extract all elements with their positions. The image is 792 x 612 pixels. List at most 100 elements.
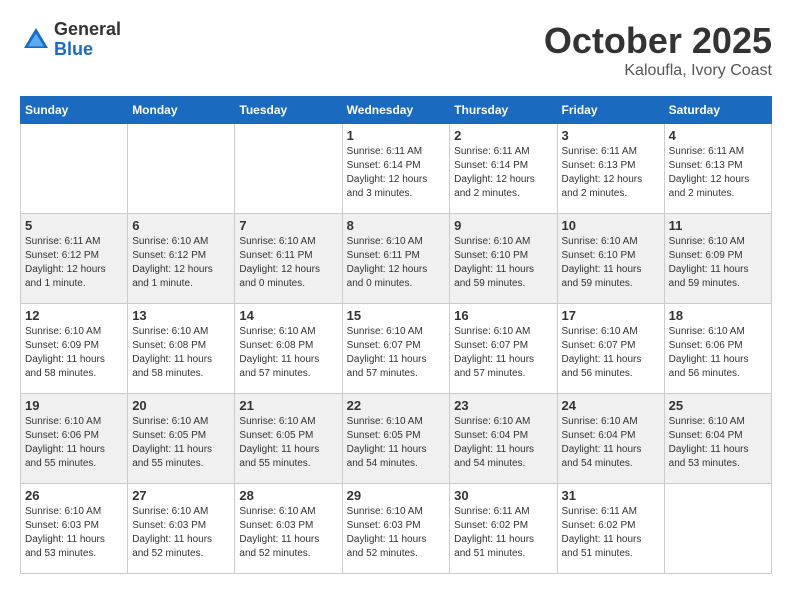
day-number: 12 [25, 308, 123, 323]
weekday-thursday: Thursday [450, 97, 557, 124]
weekday-friday: Friday [557, 97, 664, 124]
day-number: 22 [347, 398, 446, 413]
location: Kaloufla, Ivory Coast [544, 62, 772, 80]
day-info: Sunrise: 6:10 AM Sunset: 6:09 PM Dayligh… [25, 325, 123, 381]
calendar-cell: 16Sunrise: 6:10 AM Sunset: 6:07 PM Dayli… [450, 304, 557, 394]
day-number: 7 [239, 218, 337, 233]
day-info: Sunrise: 6:10 AM Sunset: 6:04 PM Dayligh… [669, 415, 767, 471]
calendar-cell: 8Sunrise: 6:10 AM Sunset: 6:11 PM Daylig… [342, 214, 450, 304]
day-info: Sunrise: 6:10 AM Sunset: 6:09 PM Dayligh… [669, 235, 767, 291]
day-info: Sunrise: 6:10 AM Sunset: 6:11 PM Dayligh… [239, 235, 337, 291]
day-info: Sunrise: 6:10 AM Sunset: 6:08 PM Dayligh… [132, 325, 230, 381]
day-info: Sunrise: 6:10 AM Sunset: 6:10 PM Dayligh… [454, 235, 552, 291]
calendar-week-1: 1Sunrise: 6:11 AM Sunset: 6:14 PM Daylig… [21, 124, 772, 214]
day-number: 9 [454, 218, 552, 233]
calendar-cell: 31 Sunrise: 6:11 AM Sunset: 6:02 PM Dayli… [557, 484, 664, 574]
month-title: October 2025 [544, 20, 772, 62]
calendar-cell: 2 Sunrise: 6:11 AM Sunset: 6:14 PM Daylig… [450, 124, 557, 214]
calendar-cell: 10Sunrise: 6:10 AM Sunset: 6:10 PM Dayli… [557, 214, 664, 304]
logo-blue: Blue [54, 40, 121, 60]
day-info: Sunrise: 6:10 AM Sunset: 6:03 PM Dayligh… [347, 505, 446, 561]
calendar-cell: 13 Sunrise: 6:10 AM Sunset: 6:08 PM Dayli… [128, 304, 235, 394]
day-number: 20 [132, 398, 230, 413]
calendar-cell: 25 Sunrise: 6:10 AM Sunset: 6:04 PM Dayli… [664, 394, 771, 484]
calendar-cell [664, 484, 771, 574]
day-number: 28 [239, 488, 337, 503]
calendar-cell: 9 Sunrise: 6:10 AM Sunset: 6:10 PM Daylig… [450, 214, 557, 304]
calendar-cell: 6Sunrise: 6:10 AM Sunset: 6:12 PM Daylig… [128, 214, 235, 304]
day-info: Sunrise: 6:11 AM Sunset: 6:13 PM Dayligh… [562, 145, 660, 201]
calendar-cell: 11 Sunrise: 6:10 AM Sunset: 6:09 PM Dayli… [664, 214, 771, 304]
day-number: 13 [132, 308, 230, 323]
calendar-cell: 28 Sunrise: 6:10 AM Sunset: 6:03 PM Dayli… [235, 484, 342, 574]
weekday-sunday: Sunday [21, 97, 128, 124]
calendar-cell: 26 Sunrise: 6:10 AM Sunset: 6:03 PM Dayli… [21, 484, 128, 574]
day-info: Sunrise: 6:10 AM Sunset: 6:12 PM Dayligh… [132, 235, 230, 291]
day-info: Sunrise: 6:10 AM Sunset: 6:06 PM Dayligh… [25, 415, 123, 471]
calendar-cell: 12 Sunrise: 6:10 AM Sunset: 6:09 PM Dayli… [21, 304, 128, 394]
day-number: 19 [25, 398, 123, 413]
day-info: Sunrise: 6:10 AM Sunset: 6:11 PM Dayligh… [347, 235, 446, 291]
day-number: 4 [669, 128, 767, 143]
calendar-cell: 29Sunrise: 6:10 AM Sunset: 6:03 PM Dayli… [342, 484, 450, 574]
day-number: 26 [25, 488, 123, 503]
day-info: Sunrise: 6:11 AM Sunset: 6:02 PM Dayligh… [562, 505, 660, 561]
day-info: Sunrise: 6:11 AM Sunset: 6:12 PM Dayligh… [25, 235, 123, 291]
weekday-tuesday: Tuesday [235, 97, 342, 124]
calendar-header: SundayMondayTuesdayWednesdayThursdayFrid… [21, 97, 772, 124]
day-number: 31 [562, 488, 660, 503]
calendar-week-3: 12 Sunrise: 6:10 AM Sunset: 6:09 PM Dayli… [21, 304, 772, 394]
day-number: 10 [562, 218, 660, 233]
logo-icon [20, 24, 52, 56]
calendar-cell: 1Sunrise: 6:11 AM Sunset: 6:14 PM Daylig… [342, 124, 450, 214]
day-number: 27 [132, 488, 230, 503]
calendar-cell: 5 Sunrise: 6:11 AM Sunset: 6:12 PM Daylig… [21, 214, 128, 304]
day-number: 25 [669, 398, 767, 413]
page-header: General Blue October 2025 Kaloufla, Ivor… [20, 20, 772, 80]
day-number: 3 [562, 128, 660, 143]
calendar-cell: 19 Sunrise: 6:10 AM Sunset: 6:06 PM Dayli… [21, 394, 128, 484]
calendar-cell: 17Sunrise: 6:10 AM Sunset: 6:07 PM Dayli… [557, 304, 664, 394]
day-info: Sunrise: 6:10 AM Sunset: 6:07 PM Dayligh… [562, 325, 660, 381]
calendar-cell: 3 Sunrise: 6:11 AM Sunset: 6:13 PM Daylig… [557, 124, 664, 214]
day-info: Sunrise: 6:10 AM Sunset: 6:04 PM Dayligh… [562, 415, 660, 471]
logo-general: General [54, 20, 121, 40]
calendar-cell: 14 Sunrise: 6:10 AM Sunset: 6:08 PM Dayli… [235, 304, 342, 394]
logo: General Blue [20, 20, 121, 60]
calendar-cell: 7 Sunrise: 6:10 AM Sunset: 6:11 PM Daylig… [235, 214, 342, 304]
logo-text: General Blue [54, 20, 121, 60]
day-number: 24 [562, 398, 660, 413]
day-info: Sunrise: 6:10 AM Sunset: 6:03 PM Dayligh… [25, 505, 123, 561]
day-info: Sunrise: 6:10 AM Sunset: 6:03 PM Dayligh… [239, 505, 337, 561]
day-number: 11 [669, 218, 767, 233]
day-info: Sunrise: 6:11 AM Sunset: 6:14 PM Dayligh… [454, 145, 552, 201]
day-info: Sunrise: 6:11 AM Sunset: 6:02 PM Dayligh… [454, 505, 552, 561]
calendar-cell: 30 Sunrise: 6:11 AM Sunset: 6:02 PM Dayli… [450, 484, 557, 574]
weekday-saturday: Saturday [664, 97, 771, 124]
calendar-cell: 20 Sunrise: 6:10 AM Sunset: 6:05 PM Dayli… [128, 394, 235, 484]
day-info: Sunrise: 6:10 AM Sunset: 6:03 PM Dayligh… [132, 505, 230, 561]
day-number: 30 [454, 488, 552, 503]
calendar-cell: 21Sunrise: 6:10 AM Sunset: 6:05 PM Dayli… [235, 394, 342, 484]
day-number: 15 [347, 308, 446, 323]
day-info: Sunrise: 6:10 AM Sunset: 6:04 PM Dayligh… [454, 415, 552, 471]
day-info: Sunrise: 6:10 AM Sunset: 6:06 PM Dayligh… [669, 325, 767, 381]
day-info: Sunrise: 6:10 AM Sunset: 6:05 PM Dayligh… [132, 415, 230, 471]
calendar-cell: 15 Sunrise: 6:10 AM Sunset: 6:07 PM Dayli… [342, 304, 450, 394]
weekday-monday: Monday [128, 97, 235, 124]
day-info: Sunrise: 6:11 AM Sunset: 6:14 PM Dayligh… [347, 145, 446, 201]
day-info: Sunrise: 6:10 AM Sunset: 6:05 PM Dayligh… [239, 415, 337, 471]
calendar-cell: 24 Sunrise: 6:10 AM Sunset: 6:04 PM Dayli… [557, 394, 664, 484]
weekday-header-row: SundayMondayTuesdayWednesdayThursdayFrid… [21, 97, 772, 124]
calendar-cell [21, 124, 128, 214]
calendar-cell [128, 124, 235, 214]
calendar-cell [235, 124, 342, 214]
calendar-cell: 27 Sunrise: 6:10 AM Sunset: 6:03 PM Dayli… [128, 484, 235, 574]
day-number: 16 [454, 308, 552, 323]
day-info: Sunrise: 6:10 AM Sunset: 6:07 PM Dayligh… [347, 325, 446, 381]
day-info: Sunrise: 6:10 AM Sunset: 6:08 PM Dayligh… [239, 325, 337, 381]
day-number: 5 [25, 218, 123, 233]
day-number: 14 [239, 308, 337, 323]
calendar-week-4: 19 Sunrise: 6:10 AM Sunset: 6:06 PM Dayli… [21, 394, 772, 484]
day-number: 2 [454, 128, 552, 143]
